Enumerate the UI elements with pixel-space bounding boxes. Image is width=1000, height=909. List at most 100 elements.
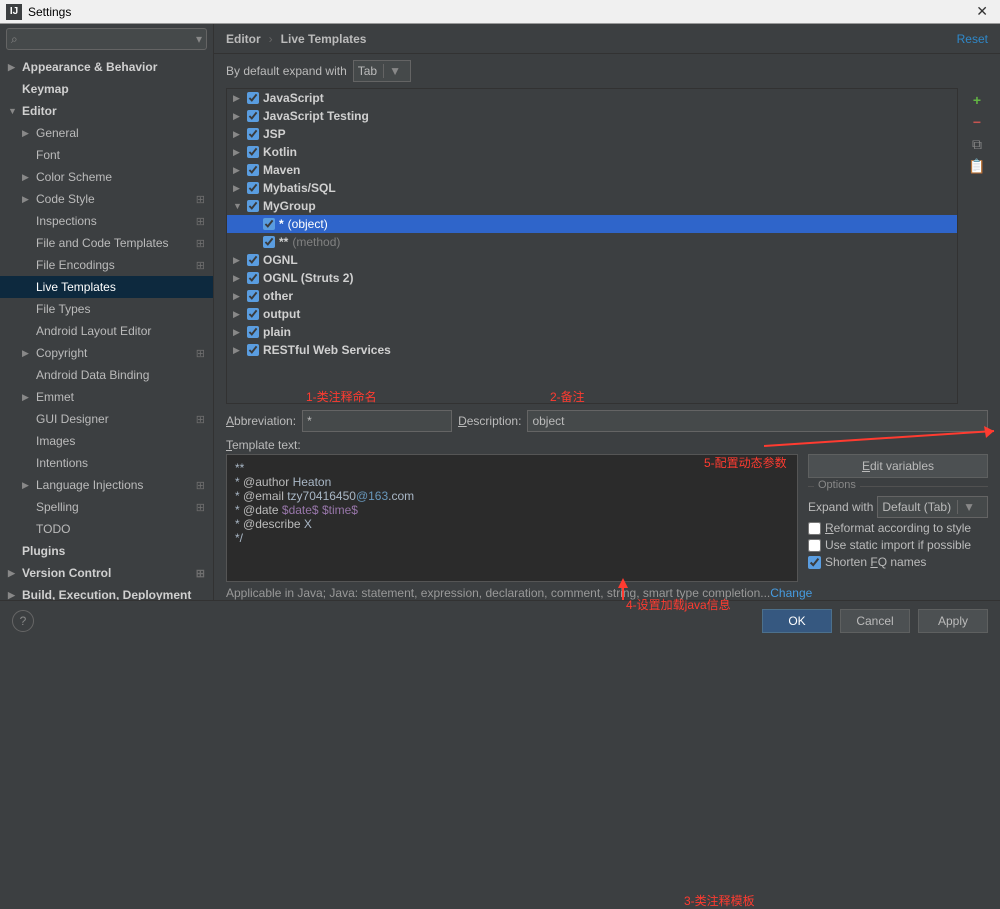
template-group[interactable]: ▶JavaScript Testing [227,107,957,125]
group-check[interactable] [247,110,259,122]
chevron-down-icon[interactable]: ▼ [383,64,406,78]
app-icon: IJ [6,4,22,20]
sidebar-item[interactable]: Intentions [0,452,213,474]
sidebar-item[interactable]: ▶Color Scheme [0,166,213,188]
sidebar-item[interactable]: ▶Language Injections⊞ [0,474,213,496]
arrow-icon: ▶ [233,309,243,320]
item-check[interactable] [263,218,275,230]
template-tree[interactable]: ▶JavaScript▶JavaScript Testing▶JSP▶Kotli… [226,88,958,404]
arrow-icon: ▶ [22,348,32,359]
group-check[interactable] [247,272,259,284]
group-check[interactable] [247,146,259,158]
group-check[interactable] [247,326,259,338]
sidebar-item[interactable]: Keymap [0,78,213,100]
sidebar-item-label: Android Data Binding [36,368,149,382]
template-group[interactable]: ▶JavaScript [227,89,957,107]
sidebar-item[interactable]: File Types [0,298,213,320]
paste-button[interactable]: 📋 [969,158,985,174]
sidebar-item-label: File and Code Templates [36,236,169,250]
search-box[interactable]: ⌕ ▾ [6,28,207,50]
sidebar-item[interactable]: ▶Copyright⊞ [0,342,213,364]
group-label: OGNL (Struts 2) [263,271,353,285]
group-check[interactable] [247,128,259,140]
template-group[interactable]: ▶plain [227,323,957,341]
chevron-down-icon[interactable]: ▾ [196,32,202,46]
arrow-icon: ▶ [8,62,18,73]
group-check[interactable] [247,92,259,104]
sidebar-item[interactable]: ▶Version Control⊞ [0,562,213,584]
template-item[interactable]: * (object) [227,215,957,233]
footer: ? OK Cancel Apply [0,600,1000,640]
template-group[interactable]: ▼MyGroup [227,197,957,215]
expand-combo[interactable]: Tab ▼ [353,60,411,82]
template-group[interactable]: ▶OGNL [227,251,957,269]
sidebar-item[interactable]: Live Templates [0,276,213,298]
sidebar-item[interactable]: Font [0,144,213,166]
remove-button[interactable]: − [969,114,985,130]
arrow-icon: ▶ [233,273,243,284]
sidebar-item[interactable]: TODO [0,518,213,540]
cancel-button[interactable]: Cancel [840,609,910,633]
group-check[interactable] [247,254,259,266]
sidebar-item[interactable]: Android Data Binding [0,364,213,386]
sidebar-item[interactable]: Inspections⊞ [0,210,213,232]
arrow-icon: ▶ [233,255,243,266]
close-icon[interactable]: ✕ [970,3,994,20]
arrow-icon: ▶ [22,392,32,403]
template-editor[interactable]: ** * @author Heaton * @email tzy70416450… [226,454,798,582]
sidebar-item[interactable]: ▶Appearance & Behavior [0,56,213,78]
item-check[interactable] [263,236,275,248]
group-check[interactable] [247,308,259,320]
sidebar-item[interactable]: File and Code Templates⊞ [0,232,213,254]
group-check[interactable] [247,200,259,212]
abbr-input[interactable] [302,410,452,432]
lower-panel: 1-类注释命名 2-备注 Abbreviation: Description: … [214,404,1000,582]
template-group[interactable]: ▶output [227,305,957,323]
sidebar-item[interactable]: ▼Editor [0,100,213,122]
sidebar-item[interactable]: Plugins [0,540,213,562]
sidebar-item[interactable]: Images [0,430,213,452]
ok-button[interactable]: OK [762,609,832,633]
group-label: JavaScript [263,91,324,105]
options-group: Options Expand with Default (Tab) ▼ Refo… [808,486,988,572]
edit-variables-button[interactable]: Edit variables [808,454,988,478]
template-group[interactable]: ▶Maven [227,161,957,179]
apply-button[interactable]: Apply [918,609,988,633]
group-check[interactable] [247,344,259,356]
sidebar-item[interactable]: Android Layout Editor [0,320,213,342]
template-group[interactable]: ▶Mybatis/SQL [227,179,957,197]
crumb-editor[interactable]: Editor [226,32,261,46]
reformat-check[interactable] [808,522,821,535]
template-group[interactable]: ▶JSP [227,125,957,143]
template-group[interactable]: ▶other [227,287,957,305]
chevron-down-icon[interactable]: ▼ [957,500,980,514]
group-check[interactable] [247,182,259,194]
copy-button[interactable]: ⧉ [969,136,985,152]
reset-link[interactable]: Reset [957,32,988,46]
sidebar-item[interactable]: ▶General [0,122,213,144]
template-group[interactable]: ▶Kotlin [227,143,957,161]
sidebar-item[interactable]: ▶Emmet [0,386,213,408]
template-group[interactable]: ▶RESTful Web Services [227,341,957,359]
group-check[interactable] [247,290,259,302]
applicable-row: Applicable in Java; Java: statement, exp… [214,582,1000,600]
scope-badge: ⊞ [196,413,205,426]
sidebar-item[interactable]: GUI Designer⊞ [0,408,213,430]
shorten-fq-check[interactable] [808,556,821,569]
sidebar-item[interactable]: File Encodings⊞ [0,254,213,276]
group-check[interactable] [247,164,259,176]
sidebar-item[interactable]: ▶Build, Execution, Deployment [0,584,213,600]
desc-input[interactable] [527,410,988,432]
search-input[interactable] [22,32,196,46]
add-button[interactable]: + [969,92,985,108]
titlebar: IJ Settings ✕ [0,0,1000,24]
template-group[interactable]: ▶ OGNL (Struts 2) [227,269,957,287]
change-link[interactable]: Change [770,586,812,600]
scope-badge: ⊞ [196,215,205,228]
expand-with-combo[interactable]: Default (Tab) ▼ [877,496,988,518]
help-button[interactable]: ? [12,610,34,632]
template-item[interactable]: ** (method) [227,233,957,251]
sidebar-item[interactable]: Spelling⊞ [0,496,213,518]
sidebar-item[interactable]: ▶Code Style⊞ [0,188,213,210]
static-import-check[interactable] [808,539,821,552]
